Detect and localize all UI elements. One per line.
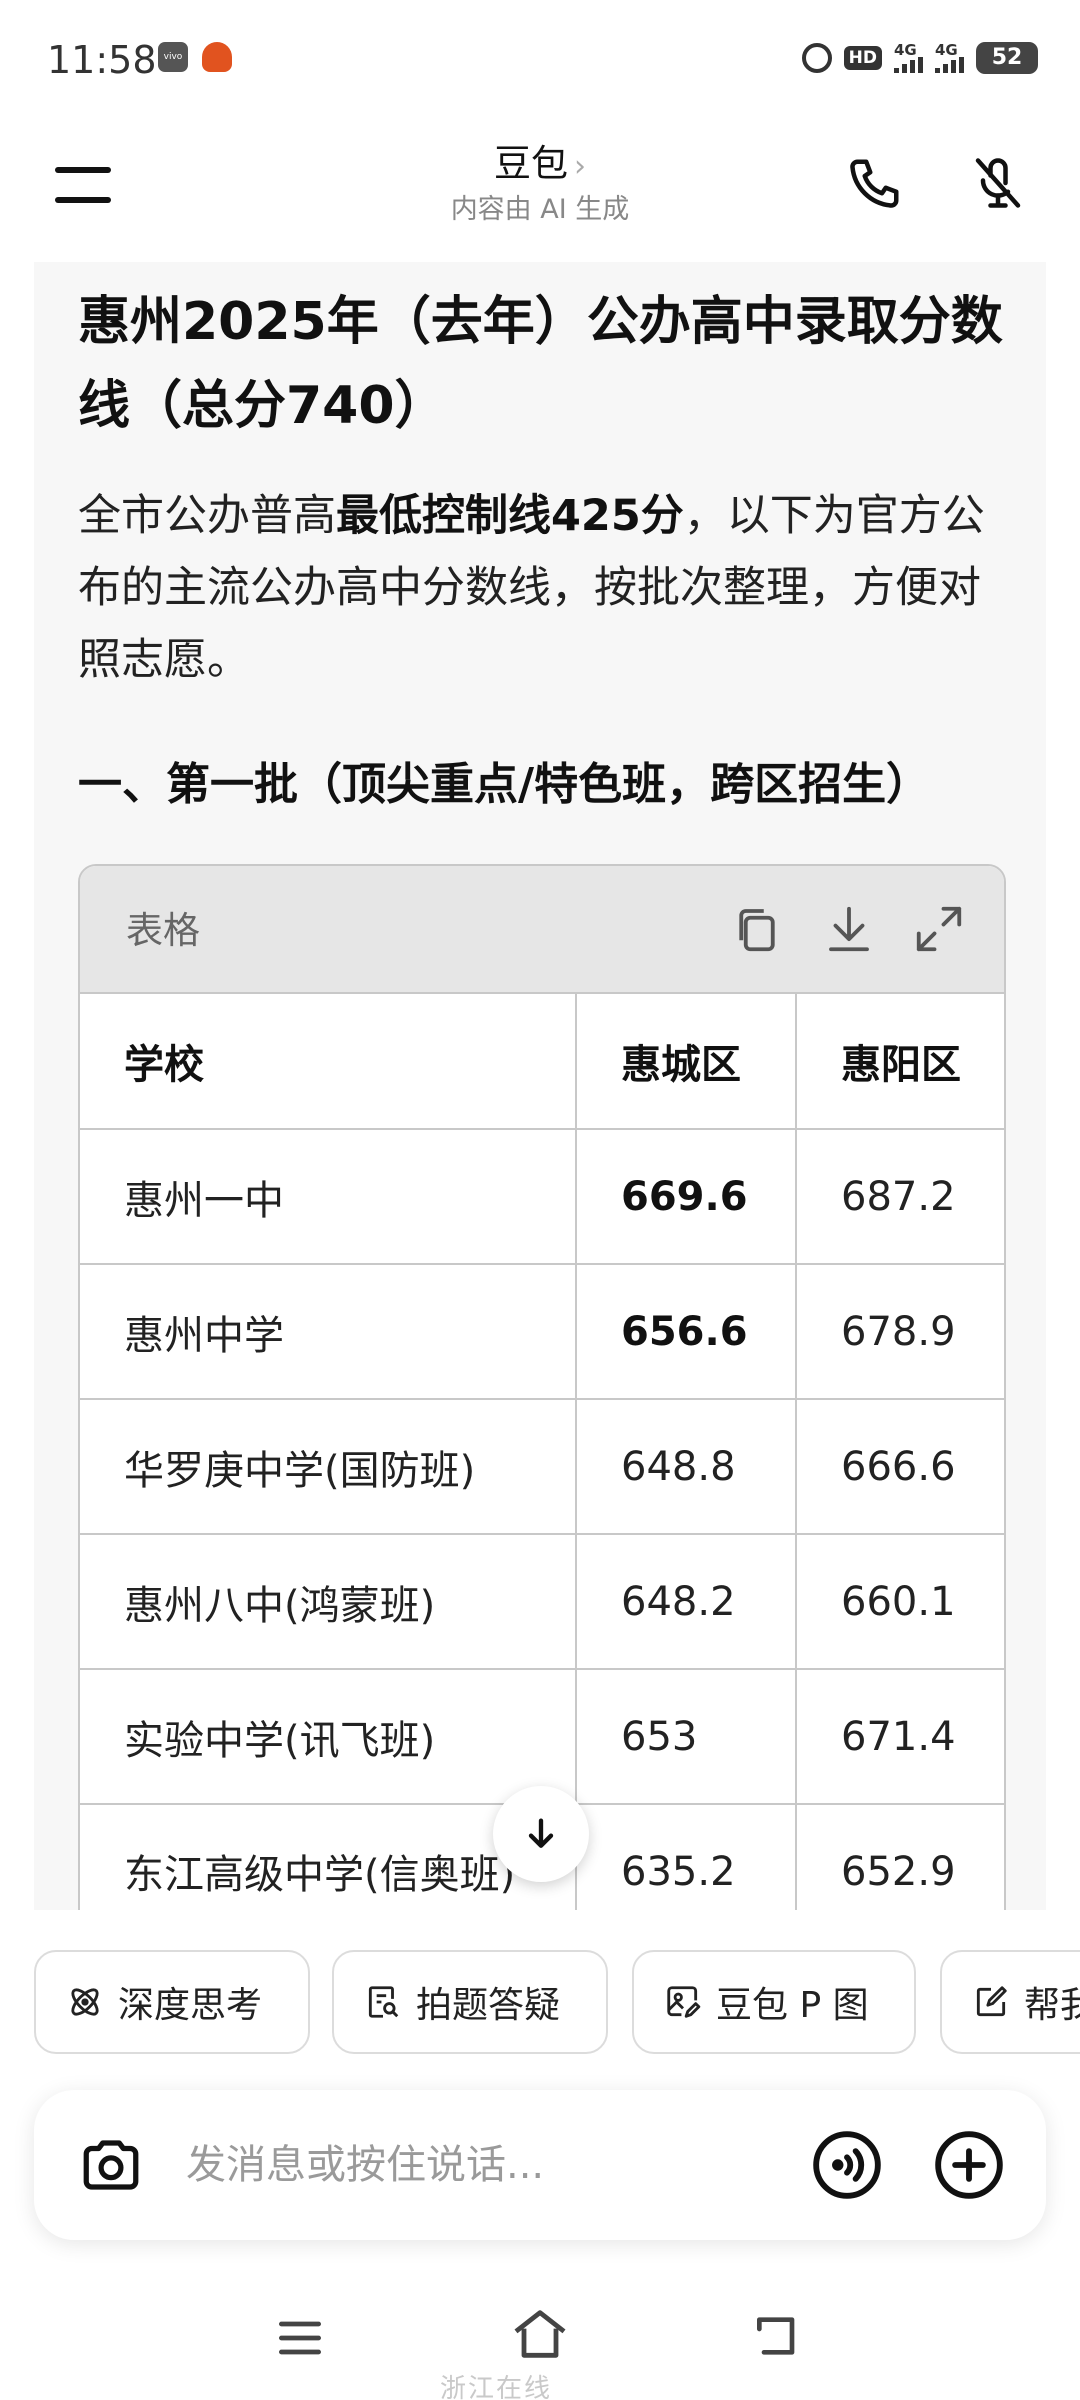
table-row: 华罗庚中学(国防班) 648.8 666.6 [80,1399,1004,1535]
chip-label: 豆包 P 图 [716,1985,869,2026]
alarm-icon [801,43,832,73]
table-cell: 656.6 [576,1264,797,1400]
table-header-row: 学校 惠城区 惠阳区 [80,994,1004,1130]
table-cell: 华罗庚中学(国防班) [80,1399,577,1535]
ai-message-card: 惠州2025年（去年）公办高中录取分数线（总分740） 全市公办普高最低控制线4… [34,262,1046,1910]
chip-image-edit[interactable]: 豆包 P 图 [632,1950,916,2054]
table-cell: 惠州一中 [80,1129,577,1265]
system-nav-bar: 浙江在线 [0,2280,1080,2400]
nav-back-icon[interactable] [750,2308,806,2364]
table-row: 实验中学(讯飞班) 653 671.4 [80,1669,1004,1805]
signal-label: 4G [935,41,958,59]
watermark: 浙江在线 [440,2374,553,2400]
table-cell: 635.2 [576,1804,797,1910]
table-row: 惠州中学 656.6 678.9 [80,1264,1004,1400]
nav-menu-icon[interactable] [272,2310,328,2366]
table-cell: 660.1 [796,1534,1004,1670]
bot-name: 豆包 [494,142,568,185]
score-data-table: 学校 惠城区 惠阳区 惠州一中 669.6 687.2 惠州中学 656.6 6… [80,994,1004,1910]
arrow-down-icon [528,1818,554,1848]
message-composer [34,2090,1046,2240]
table-cell: 671.4 [796,1669,1004,1805]
para-text: 全市公办普高 [78,491,336,541]
vivo-app-icon: vivo [158,42,188,72]
hd-icon: HD [843,46,882,70]
chat-header: 豆包 › 内容由 AI 生成 [0,115,1080,260]
copy-icon[interactable] [730,902,784,956]
search-doc-icon [368,1986,399,2018]
header-title[interactable]: 豆包 › [0,133,1080,187]
atom-icon [71,1988,99,2016]
table-cell: 652.9 [796,1804,1004,1910]
chip-label: 深度思考 [118,1985,263,2026]
para-highlight: 最低控制线425分 [336,491,684,541]
camera-icon[interactable] [78,2132,144,2198]
chip-deep-thinking[interactable]: 深度思考 [34,1950,310,2054]
battery-icon: 52 [976,42,1038,74]
table-cell: 669.6 [576,1129,797,1265]
chip-help-me[interactable]: 帮我 [940,1950,1080,2054]
table-cell: 653 [576,1669,797,1805]
signal-icon: 4G [935,43,964,73]
voice-icon[interactable] [810,2128,884,2202]
nav-home-icon[interactable] [508,2302,572,2366]
chip-label: 帮我 [1024,1985,1080,2026]
message-input[interactable] [186,2135,806,2195]
chip-photo-question[interactable]: 拍题答疑 [332,1950,608,2054]
status-bar: 11:58 vivo HD 4G 4G 52 [0,0,1080,115]
table-row: 惠州一中 669.6 687.2 [80,1129,1004,1265]
table-cell: 实验中学(讯飞班) [80,1669,577,1805]
table-label: 表格 [126,909,200,952]
signal-label: 4G [894,41,917,59]
chevron-right-icon: › [574,149,586,184]
mute-icon[interactable] [968,153,1028,213]
status-time: 11:58 [47,38,157,82]
status-icons: HD 4G 4G 52 [801,42,1038,74]
table-cell: 666.6 [796,1399,1004,1535]
chip-label: 拍题答疑 [416,1985,561,2026]
table-cell: 648.8 [576,1399,797,1535]
table-header-cell: 惠阳区 [796,994,1004,1130]
table-cell: 687.2 [796,1129,1004,1265]
phone-call-icon[interactable] [845,153,905,213]
ai-disclaimer: 内容由 AI 生成 [450,194,630,225]
quick-action-chips: 深度思考 拍题答疑 豆包 P 图 帮我 [34,1950,1080,2054]
expand-icon[interactable] [912,902,966,956]
game-app-icon [202,42,232,72]
table-cell: 惠州八中(鸿蒙班) [80,1534,577,1670]
table-row: 惠州八中(鸿蒙班) 648.2 660.1 [80,1534,1004,1670]
table-header-cell: 学校 [80,994,577,1130]
message-title: 惠州2025年（去年）公办高中录取分数线（总分740） [78,292,1003,436]
scroll-to-bottom-button[interactable] [493,1786,589,1882]
download-icon[interactable] [822,902,876,956]
table-header-cell: 惠城区 [576,994,797,1130]
section-heading: 一、第一批（顶尖重点/特色班，跨区招生） [78,759,931,810]
table-toolbar: 表格 [80,866,1004,994]
signal-icon: 4G [894,43,923,73]
table-cell: 678.9 [796,1264,1004,1400]
plus-icon[interactable] [932,2128,1006,2202]
message-paragraph: 全市公办普高最低控制线425分，以下为官方公布的主流公办高中分数线，按批次整理，… [78,480,1008,696]
table-cell: 惠州中学 [80,1264,577,1400]
image-edit-icon [667,1986,701,2018]
table-cell: 648.2 [576,1534,797,1670]
score-table: 表格 学校 惠城区 惠阳区 惠州一中 669.6 687.2 惠州中学 656.… [78,864,1006,1910]
edit-icon [976,1986,1007,2017]
